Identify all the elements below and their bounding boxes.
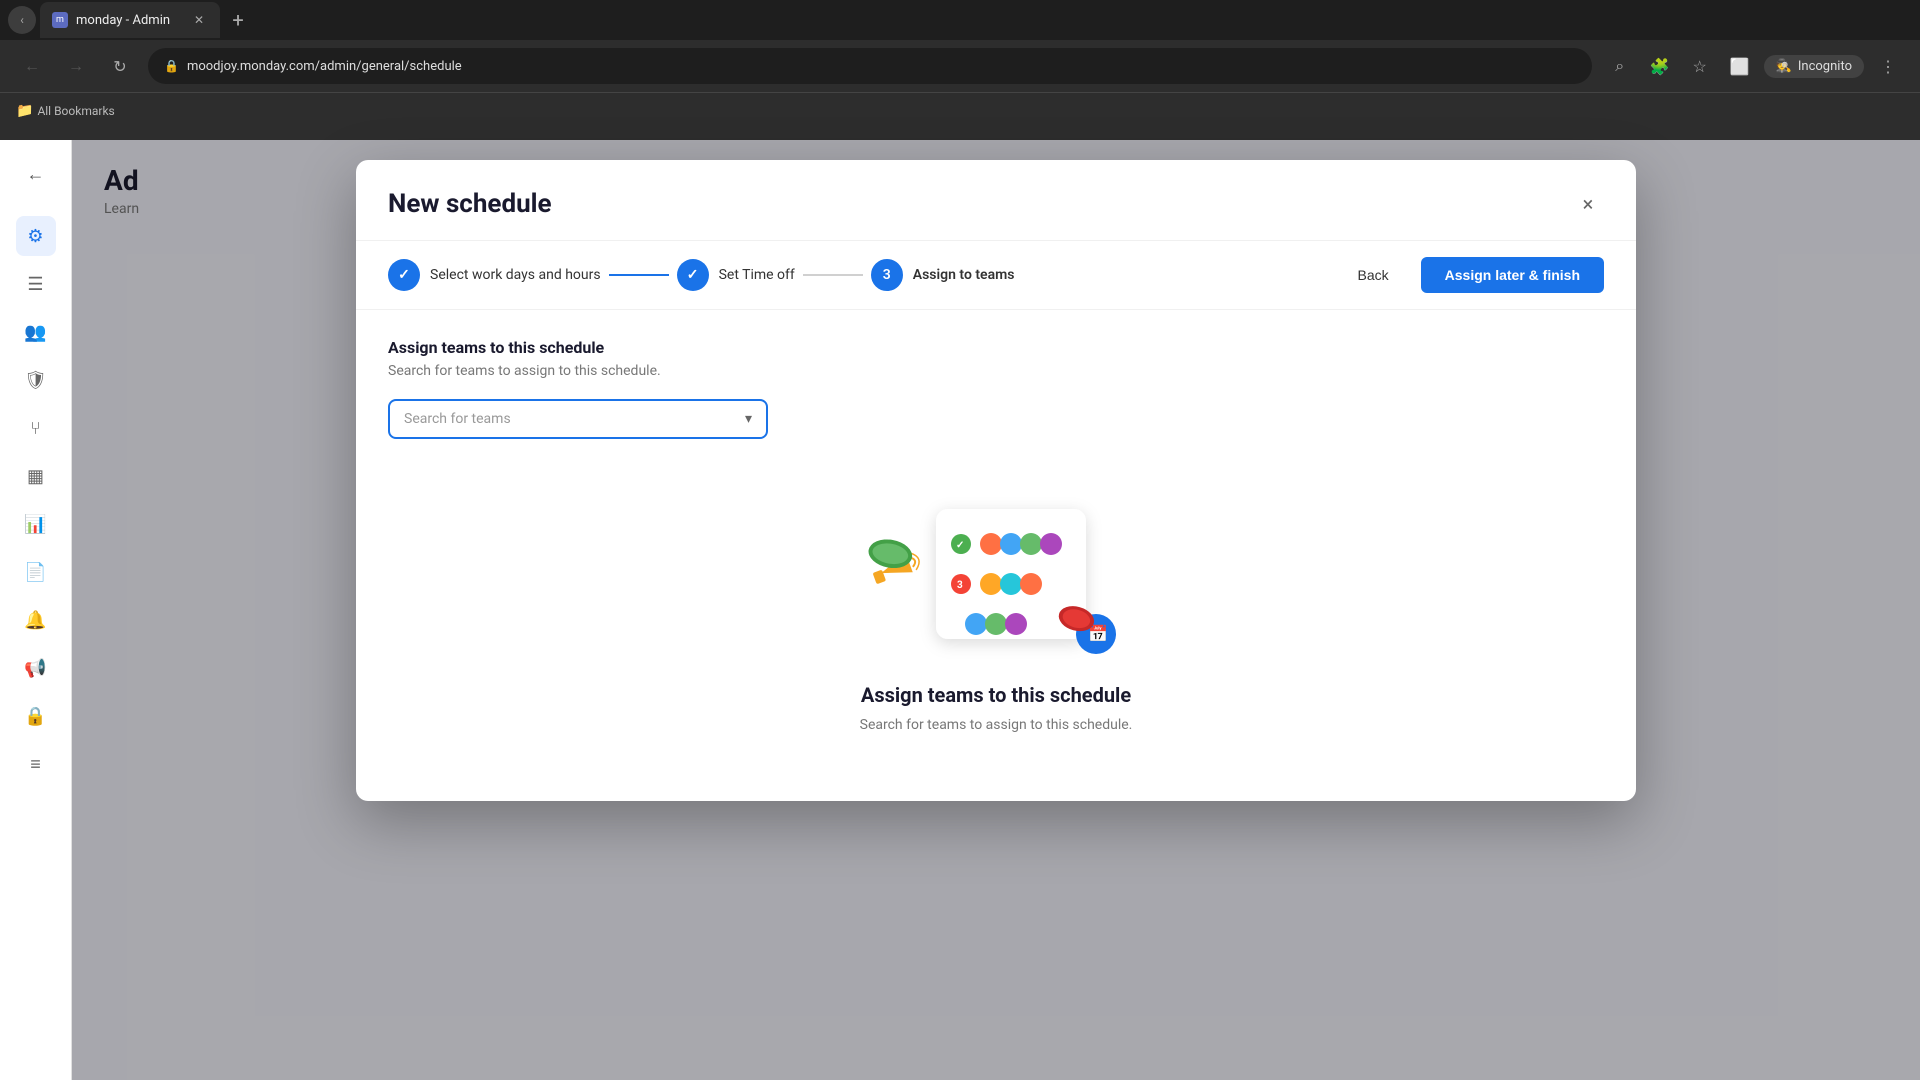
profile-icon[interactable]: ⬜ [1724,50,1756,82]
search-input-container[interactable]: Search for teams ▾ [388,399,768,439]
url-text: moodjoy.monday.com/admin/general/schedul… [187,59,462,74]
stepper-row: Select work days and hours Set Time off … [356,241,1636,310]
menu-icon[interactable]: ⋮ [1872,50,1904,82]
star-icon[interactable]: ☆ [1684,50,1716,82]
step-divider-1 [609,274,669,276]
back-nav-button[interactable]: ← [16,50,48,82]
tab-bar: ‹ m monday - Admin ✕ + [0,0,1920,40]
sidebar-back-button[interactable]: ← [18,156,54,192]
step-2-circle [677,259,709,291]
tab-close-button[interactable]: ✕ [190,11,208,29]
sidebar-item-broadcast[interactable]: 📢 [16,648,56,688]
sidebar: ← ⚙ ☰ 👥 🛡 ⑂ ▦ 📊 📄 🔔 📢 🔒 ≡ [0,140,72,1080]
sidebar-item-shield[interactable]: 🛡 [16,360,56,400]
step-3-label: Assign to teams [913,267,1015,283]
bookmarks-label: All Bookmarks [37,104,114,118]
illustration-subtitle: Search for teams to assign to this sched… [860,717,1133,733]
sidebar-item-document[interactable]: 📄 [16,552,56,592]
sidebar-item-notification[interactable]: 🔔 [16,600,56,640]
step-divider-2 [803,274,863,276]
sidebar-item-table[interactable]: ▦ [16,456,56,496]
refresh-button[interactable]: ↻ [104,50,136,82]
illustration-title: Assign teams to this schedule [861,683,1131,707]
step-1: Select work days and hours [388,259,601,291]
sidebar-item-list[interactable]: ☰ [16,264,56,304]
step-2: Set Time off [677,259,795,291]
active-tab[interactable]: m monday - Admin ✕ [40,2,220,38]
address-bar[interactable]: 🔒 moodjoy.monday.com/admin/general/sched… [148,48,1592,84]
toolbar-icons: ⌕ 🧩 ☆ ⬜ 🕵 Incognito ⋮ [1604,50,1904,82]
step-1-circle [388,259,420,291]
modal-title: New schedule [388,189,552,219]
svg-text:✓: ✓ [956,540,964,551]
modal-header: New schedule × [356,160,1636,241]
page-content: ← ⚙ ☰ 👥 🛡 ⑂ ▦ 📊 📄 🔔 📢 🔒 ≡ Ad Learn New s… [0,140,1920,1080]
modal-body: Assign teams to this schedule Search for… [356,310,1636,801]
lock-icon: 🔒 [164,59,179,73]
tab-prev-button[interactable]: ‹ [8,6,36,34]
address-bar-row: ← → ↻ 🔒 moodjoy.monday.com/admin/general… [0,40,1920,92]
step-1-label: Select work days and hours [430,267,601,283]
browser-chrome: ‹ m monday - Admin ✕ + ← → ↻ 🔒 moodjoy.m… [0,0,1920,140]
search-icon[interactable]: ⌕ [1604,50,1636,82]
new-schedule-modal: New schedule × Select work days and hour… [356,160,1636,801]
sidebar-item-users[interactable]: 👥 [16,312,56,352]
forward-nav-button[interactable]: → [60,50,92,82]
sidebar-item-share[interactable]: ⑂ [16,408,56,448]
illustration-container: ✓ 3 [866,479,1126,659]
teams-illustration: ✓ 3 [866,479,1146,679]
back-button[interactable]: Back [1338,257,1409,293]
incognito-icon: 🕵 [1776,59,1792,74]
step-2-label: Set Time off [719,267,795,283]
bookmarks-folder-icon: 📁 [16,103,33,119]
modal-overlay: New schedule × Select work days and hour… [72,140,1920,1080]
sidebar-item-settings[interactable]: ⚙ [16,216,56,256]
illustration-area: ✓ 3 [388,439,1604,773]
sidebar-item-lock[interactable]: 🔒 [16,696,56,736]
new-tab-button[interactable]: + [224,6,252,34]
section-subtitle: Search for teams to assign to this sched… [388,363,1604,379]
search-input-text: Search for teams [404,411,511,427]
tab-title: monday - Admin [76,13,170,28]
sidebar-item-more[interactable]: ≡ [16,744,56,784]
incognito-label: Incognito [1798,59,1852,74]
stepper-actions: Back Assign later & finish [1338,257,1604,293]
bookmarks-bar: 📁 All Bookmarks [0,92,1920,128]
stepper-items: Select work days and hours Set Time off … [388,259,1014,291]
svg-text:3: 3 [957,580,963,591]
search-dropdown[interactable]: Search for teams ▾ [388,399,768,439]
assign-finish-button[interactable]: Assign later & finish [1421,257,1604,293]
sidebar-item-chart[interactable]: 📊 [16,504,56,544]
step-3-circle: 3 [871,259,903,291]
section-title: Assign teams to this schedule [388,338,1604,357]
modal-close-button[interactable]: × [1572,188,1604,220]
chevron-down-icon: ▾ [745,411,752,427]
tab-favicon: m [52,12,68,28]
extension-icon[interactable]: 🧩 [1644,50,1676,82]
incognito-button[interactable]: 🕵 Incognito [1764,55,1864,78]
step-3: 3 Assign to teams [871,259,1015,291]
main-area: Ad Learn New schedule × Select work days… [72,140,1920,1080]
